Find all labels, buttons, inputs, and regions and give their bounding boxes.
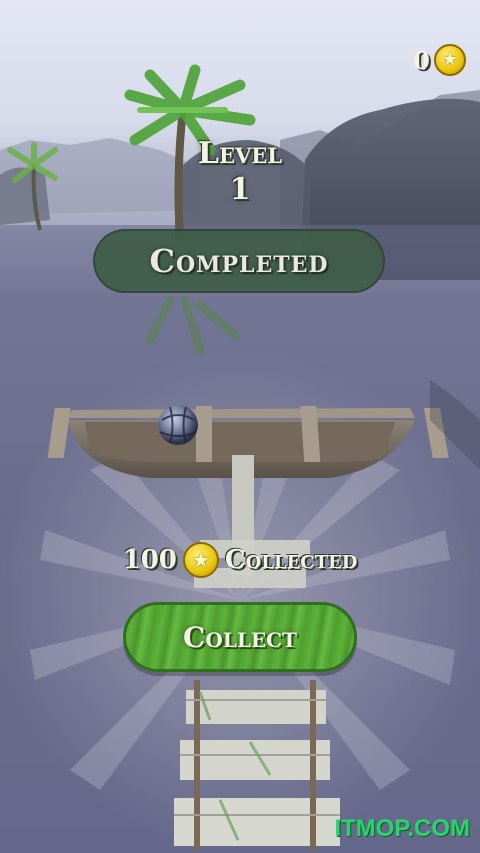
reward-amount: 100 — [122, 545, 177, 575]
reward-label: Collected — [224, 545, 358, 575]
star-coin-icon: ★ — [182, 542, 219, 578]
completed-status: Completed — [149, 242, 329, 280]
level-label: Level — [197, 136, 283, 171]
completed-banner: Completed — [93, 229, 385, 293]
collect-button[interactable]: Collect — [123, 602, 357, 672]
reward-summary: 100 ★ Collected — [0, 542, 480, 578]
watermark: ITMOP.COM — [334, 815, 470, 842]
rolling-ball — [158, 405, 198, 445]
collect-button-label: Collect — [183, 620, 297, 654]
scene-artwork — [0, 64, 480, 853]
coin-counter: 0 ★ — [413, 44, 466, 76]
game-scene: 0 ★ Level 1 Completed 100 ★ Collected Co… — [0, 0, 480, 853]
star-coin-icon: ★ — [434, 44, 466, 76]
coin-count: 0 — [413, 45, 430, 75]
level-number: 1 — [229, 172, 251, 207]
